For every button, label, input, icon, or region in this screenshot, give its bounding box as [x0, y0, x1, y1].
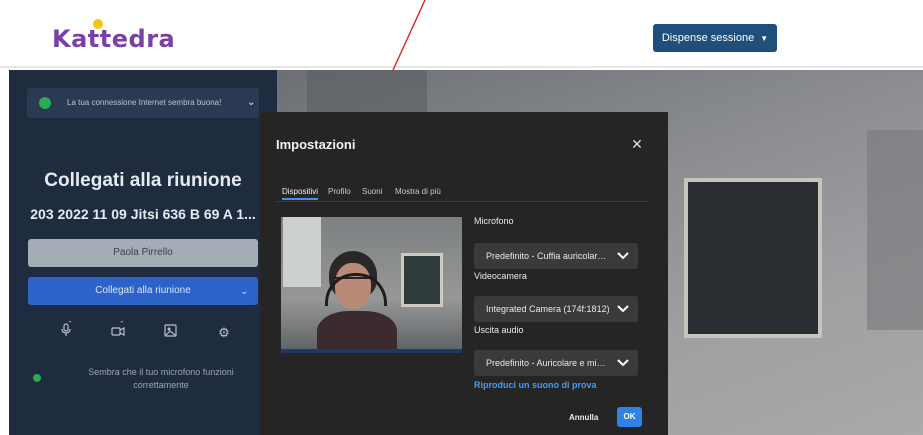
preview-painting [401, 253, 443, 307]
check-icon [33, 374, 41, 382]
caret-up-icon[interactable]: ⌃ [67, 314, 73, 336]
logo-dot-icon [93, 19, 103, 29]
settings-icon[interactable]: ⚙ [213, 322, 235, 344]
app-header: Kattedra Dispense sessione ▼ [0, 0, 923, 68]
tab-mostra-di-piu[interactable]: Mostra di più [395, 187, 441, 196]
microphone-value: Predefinito - Cuffia auricolare (Jabra E… [486, 251, 610, 261]
camera-select[interactable]: Integrated Camera (174f:1812) [474, 296, 638, 322]
wifi-icon [39, 97, 51, 109]
camera-preview [281, 217, 462, 353]
display-name-field[interactable]: Paola Pirrello [28, 239, 258, 267]
microphone-label: Microfono [474, 216, 514, 226]
dispense-sessione-label: Dispense sessione [661, 32, 755, 44]
chevron-down-icon[interactable]: ⌄ [240, 277, 248, 305]
kattedra-logo[interactable]: Kattedra [52, 25, 175, 53]
audio-output-select[interactable]: Predefinito - Auricolare e microfono [474, 350, 638, 376]
settings-tabs: Dispositivi Profilo Suoni Mostra di più [276, 187, 648, 202]
camera-icon[interactable]: ⌃ [107, 321, 129, 344]
prejoin-title: Collegati alla riunione [44, 170, 242, 191]
camera-label: Videocamera [474, 271, 527, 281]
audio-output-value: Predefinito - Auricolare e microfono [486, 358, 610, 368]
chevron-down-icon: ⌄ [247, 97, 256, 108]
settings-dialog: Impostazioni ✕ Dispositivi Profilo Suoni… [260, 112, 668, 435]
chevron-down-icon [617, 305, 629, 313]
camera-value: Integrated Camera (174f:1812) [486, 304, 610, 314]
dialog-title: Impostazioni [276, 137, 356, 152]
preview-person [317, 251, 397, 353]
microphone-icon[interactable]: ⌃ [55, 321, 77, 344]
chevron-down-icon [617, 359, 629, 367]
connection-status[interactable]: La tua connessione Internet sembra buona… [27, 88, 259, 118]
tab-profilo[interactable]: Profilo [328, 187, 351, 196]
background-icon[interactable] [159, 322, 181, 344]
mic-status-text: Sembra che il tuo microfono funzioni cor… [88, 367, 234, 390]
tab-suoni[interactable]: Suoni [362, 187, 382, 196]
cancel-button[interactable]: Annulla [569, 413, 598, 422]
wall-painting [684, 178, 822, 338]
prejoin-panel: La tua connessione Internet sembra buona… [9, 70, 277, 435]
audio-output-label: Uscita audio [474, 325, 524, 335]
tab-dispositivi[interactable]: Dispositivi [282, 187, 319, 200]
dispense-sessione-button[interactable]: Dispense sessione ▼ [653, 24, 777, 52]
caret-down-icon: ▼ [760, 34, 769, 43]
join-meeting-label: Collegati alla riunione [95, 285, 191, 296]
caret-up-icon[interactable]: ⌃ [119, 314, 125, 336]
close-icon[interactable]: ✕ [629, 136, 645, 152]
join-meeting-button[interactable]: Collegati alla riunione ⌄ [28, 277, 258, 305]
connection-text: La tua connessione Internet sembra buona… [67, 98, 222, 107]
microphone-select[interactable]: Predefinito - Cuffia auricolare (Jabra E… [474, 243, 638, 269]
ok-button[interactable]: OK [617, 407, 642, 427]
room-name: 203 2022 11 09 Jitsi 636 B 69 A 1... [30, 206, 256, 222]
chevron-down-icon [617, 252, 629, 260]
test-sound-link[interactable]: Riproduci un suono di prova [474, 380, 597, 390]
